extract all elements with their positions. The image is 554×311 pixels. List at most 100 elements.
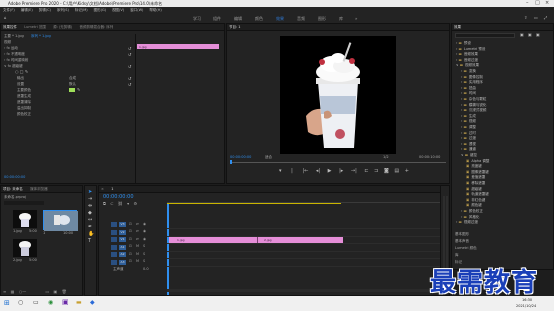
effect-item[interactable]: ▣ 超级键 <box>466 187 482 192</box>
workspace-more[interactable]: » <box>355 16 357 21</box>
mark-in-icon[interactable]: ▾ <box>279 168 282 174</box>
effect-folder[interactable]: ∨ ▬ 视频效果 <box>456 63 479 68</box>
clip-bar[interactable]: 1.jpg <box>137 44 219 49</box>
sync-icon[interactable]: ⇌ <box>136 222 139 226</box>
eye-icon[interactable]: ◉ <box>143 237 146 241</box>
panel-tab[interactable]: 基本图形 <box>455 232 469 237</box>
track-label[interactable]: A3 <box>119 259 126 265</box>
effect-item[interactable]: ▣ Alpha 调整 <box>466 159 489 164</box>
mark-out-icon[interactable]: | <box>291 168 293 174</box>
project-thumb-1[interactable] <box>13 210 37 228</box>
timeline-scrollbar[interactable] <box>167 289 447 292</box>
go-to-out-icon[interactable]: →| <box>351 168 357 174</box>
play-button[interactable]: ▶ <box>328 168 332 174</box>
effects-search-input[interactable] <box>455 33 515 38</box>
minimize-button[interactable]: – <box>526 0 529 6</box>
new-bin-icon[interactable]: ▭ <box>45 289 49 294</box>
prop-setting-value[interactable]: 默认 <box>69 82 76 87</box>
list-view-icon[interactable]: ≡ <box>3 289 6 294</box>
zoom-slider[interactable]: ○— <box>19 289 27 294</box>
ripple-edit-icon[interactable]: ⇼ <box>88 203 94 210</box>
effect-folder[interactable]: › ▬ 时间 <box>461 91 476 96</box>
windows-start-icon[interactable]: ⊞ <box>4 299 10 307</box>
sync-icon[interactable]: ⇌ <box>136 237 139 241</box>
tab-effect-controls[interactable]: 效果控件 <box>3 25 17 30</box>
selection-tool-icon[interactable]: ➤ <box>88 189 94 196</box>
workspace-libraries[interactable]: 库 <box>339 16 343 22</box>
track-target-toggle[interactable] <box>111 222 117 227</box>
effect-folder[interactable]: › ▬ Lumetri 预设 <box>456 47 485 52</box>
sync-icon[interactable]: ⇌ <box>136 229 139 233</box>
track-label[interactable]: A2 <box>119 252 126 257</box>
notifications-icon[interactable]: ▭ <box>534 15 538 20</box>
app-icon[interactable]: ◆ <box>90 299 95 306</box>
camera-icon[interactable]: ◙ <box>384 168 389 174</box>
effect-folder[interactable]: › ▬ 通道 <box>461 147 476 152</box>
close-tab-icon[interactable]: × <box>101 187 104 191</box>
premiere-taskbar-icon[interactable]: ▣ <box>62 298 69 306</box>
effect-folder[interactable]: › ▬ 图像控制 <box>461 75 483 80</box>
track-label[interactable]: V1 <box>119 237 126 242</box>
workspace-color[interactable]: 颜色 <box>255 16 263 22</box>
lock-icon[interactable]: ⊡ <box>129 244 132 248</box>
yuv-effects-icon[interactable]: ▣ <box>536 32 540 37</box>
add-button-icon[interactable]: + <box>405 168 409 174</box>
workspace-learn[interactable]: 学习 <box>193 16 201 22</box>
search-icon[interactable]: ○ <box>18 299 23 306</box>
task-view-icon[interactable]: ▭ <box>33 299 39 306</box>
add-marker-icon[interactable]: ▾ <box>127 201 129 206</box>
tab-effects[interactable]: 效果 <box>454 25 461 30</box>
effect-folder[interactable]: › ▬ 预设 <box>456 41 471 46</box>
track-label[interactable]: A1 <box>119 244 126 250</box>
lock-icon[interactable]: ⊡ <box>129 237 132 241</box>
panel-tab[interactable]: 基本声音 <box>455 239 469 244</box>
track-label[interactable]: V2 <box>119 229 126 235</box>
reset-icon[interactable]: ↺ <box>128 82 131 87</box>
project-thumb-2[interactable] <box>43 210 78 231</box>
reset-icon[interactable]: ↺ <box>128 52 131 57</box>
tab-project[interactable]: 项目: 未命名 <box>3 187 23 192</box>
accelerated-effects-icon[interactable]: ▣ <box>520 32 524 37</box>
home-icon[interactable]: ⌂ <box>4 15 7 20</box>
mute-icon[interactable]: M <box>136 252 139 256</box>
timeline-timecode[interactable]: 00:00:00:00 <box>103 194 134 200</box>
step-forward-icon[interactable]: |▸ <box>339 168 343 174</box>
prop-matte-gen[interactable]: 遮罩生成 <box>17 94 31 99</box>
mute-icon[interactable]: M <box>136 244 139 248</box>
workspace-audio[interactable]: 音频 <box>297 16 305 22</box>
effect-folder[interactable]: › ▬ 模糊与锐化 <box>461 103 486 108</box>
share-icon[interactable]: ⇪ <box>524 15 527 20</box>
effect-folder[interactable]: › ▬ 实用程序 <box>461 80 483 85</box>
browser-icon[interactable]: ◉ <box>48 299 53 306</box>
prop-spill[interactable]: 溢出抑制 <box>17 106 31 111</box>
icon-view-icon[interactable]: ▦ <box>11 289 15 294</box>
trash-icon[interactable]: 🗑 <box>62 289 67 294</box>
track-target-toggle[interactable] <box>111 229 117 235</box>
workspace-editing[interactable]: 编辑 <box>234 16 242 22</box>
program-timecode[interactable]: 00:00:00:00 <box>230 155 251 159</box>
maximize-button[interactable]: □ <box>535 0 540 6</box>
tab-program[interactable]: 节目: 1 <box>229 25 241 30</box>
fx-time-remap[interactable]: › fx 时间重映射 <box>4 58 28 63</box>
track-label[interactable]: V3 <box>119 222 126 227</box>
effect-folder[interactable]: › ▬ 音频效果 <box>456 52 478 57</box>
prop-color-correction[interactable]: 颜色校正 <box>17 112 31 117</box>
effect-item[interactable]: ▣ 轨道遮罩键 <box>466 192 489 197</box>
work-area-bar[interactable] <box>167 203 341 204</box>
eyedropper-icon[interactable]: ✎ <box>77 87 80 92</box>
project-thumb-3[interactable] <box>13 239 37 257</box>
reset-icon[interactable]: ↺ <box>128 46 131 51</box>
solo-icon[interactable]: S <box>143 259 145 263</box>
lock-icon[interactable]: ⊡ <box>129 252 132 256</box>
key-color-swatch[interactable] <box>69 88 75 92</box>
effect-item[interactable]: ▣ 颜色键 <box>466 203 482 208</box>
tab-media-browser[interactable]: 媒体浏览器 <box>30 187 48 192</box>
effect-folder[interactable]: › ▬ 调整 <box>461 125 476 130</box>
track-target-toggle[interactable] <box>111 259 117 265</box>
hand-tool-icon[interactable]: ✋ <box>88 231 94 238</box>
fit-dropdown[interactable]: 适合 <box>265 155 272 160</box>
fx-motion[interactable]: › fx 运动 <box>4 46 18 51</box>
folder-icon[interactable]: ▬ <box>76 299 82 306</box>
tab-lumetri-scopes[interactable]: Lumetri 范围 <box>24 25 46 30</box>
playhead-marker[interactable] <box>230 160 232 164</box>
